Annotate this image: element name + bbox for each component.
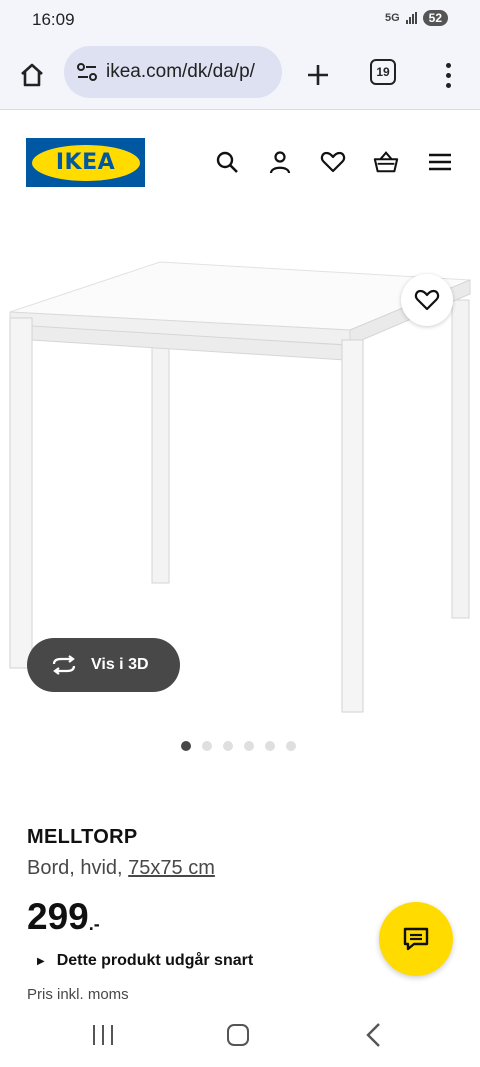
rotate-3d-icon	[52, 655, 76, 675]
home-button[interactable]	[14, 57, 50, 93]
gallery-dot[interactable]	[223, 741, 233, 751]
product-description: Bord, hvid, 75x75 cm	[27, 857, 215, 880]
caret-right-icon: ▶	[37, 955, 45, 967]
site-info-icon[interactable]	[76, 61, 98, 83]
gallery-pagination	[181, 741, 296, 751]
search-icon	[216, 151, 238, 173]
heart-icon	[320, 151, 346, 173]
basket-button[interactable]	[373, 149, 399, 175]
view-3d-button[interactable]: Vis i 3D	[27, 638, 180, 692]
plus-icon	[308, 65, 328, 85]
network-type-icon: 5G	[384, 12, 400, 24]
address-bar[interactable]: ikea.com/dk/da/p/	[64, 46, 282, 98]
product-name: MELLTORP	[27, 826, 138, 848]
system-home-icon[interactable]	[227, 1024, 249, 1046]
price-value: 299	[27, 896, 89, 937]
price-suffix: .-	[88, 914, 100, 934]
recents-icon[interactable]	[93, 1025, 113, 1045]
status-bar: 16:09 5G 52	[0, 0, 480, 40]
chat-button[interactable]	[379, 902, 453, 976]
chat-icon	[403, 927, 429, 951]
search-button[interactable]	[214, 149, 240, 175]
account-button[interactable]	[267, 149, 293, 175]
more-vert-icon[interactable]	[436, 57, 460, 93]
gallery-dot[interactable]	[265, 741, 275, 751]
add-to-favourites-button[interactable]	[401, 274, 453, 326]
wishlist-button[interactable]	[320, 149, 346, 175]
user-icon	[269, 151, 291, 174]
notice-text: Dette produkt udgår snart	[56, 952, 254, 969]
product-size-link[interactable]: 75x75 cm	[128, 857, 215, 879]
basket-icon	[373, 151, 399, 173]
system-nav-bar	[0, 1010, 480, 1067]
gallery-dot[interactable]	[286, 741, 296, 751]
tab-count: 19	[376, 65, 390, 79]
url-text: ikea.com/dk/da/p/	[106, 61, 255, 82]
gallery-dot[interactable]	[181, 741, 191, 751]
status-icons: 5G 52	[385, 10, 448, 26]
site-header: IKEA	[0, 111, 480, 211]
gallery-dot[interactable]	[244, 741, 254, 751]
main-menu-button[interactable]	[427, 149, 453, 175]
heart-icon	[414, 289, 440, 311]
hamburger-icon	[429, 153, 451, 171]
back-icon[interactable]	[364, 1022, 384, 1048]
logo-text: IKEA	[55, 150, 116, 175]
signal-icon	[405, 12, 417, 24]
gallery-dot[interactable]	[202, 741, 212, 751]
product-price: 299 .-	[27, 897, 100, 937]
view-3d-label: Vis i 3D	[91, 656, 149, 673]
product-type: Bord, hvid,	[27, 857, 123, 879]
vat-note: Pris inkl. moms	[27, 986, 129, 1003]
ikea-logo[interactable]: IKEA	[26, 138, 145, 187]
battery-icon: 52	[422, 10, 448, 26]
home-icon	[21, 63, 43, 87]
browser-toolbar: ikea.com/dk/da/p/ 19	[0, 40, 480, 110]
status-time: 16:09	[32, 10, 75, 29]
discontinued-notice[interactable]: ▶ Dette produkt udgår snart	[37, 952, 253, 970]
new-tab-button[interactable]	[300, 57, 336, 93]
tabs-button[interactable]: 19	[370, 59, 396, 85]
